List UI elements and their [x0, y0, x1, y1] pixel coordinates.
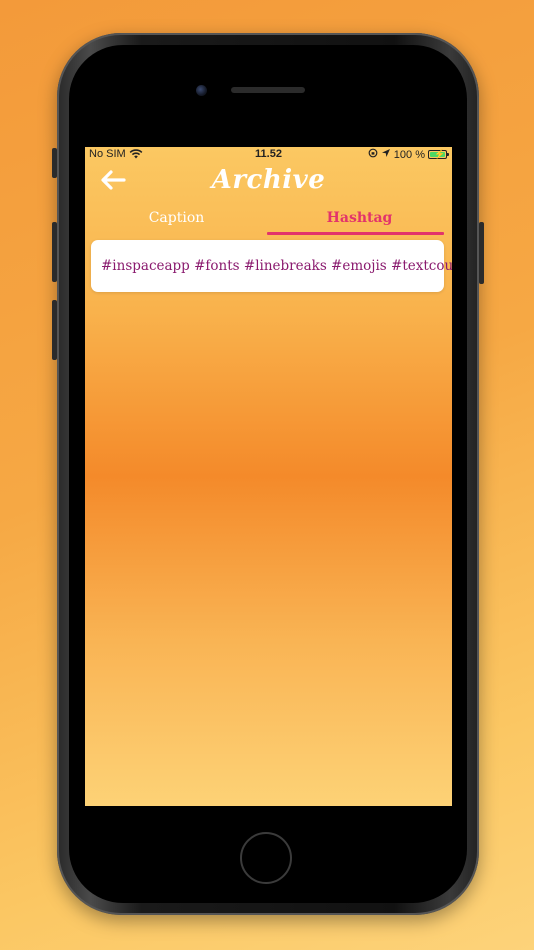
earpiece-speaker — [231, 87, 305, 93]
tab-caption[interactable]: Caption — [85, 204, 268, 236]
battery-percent: 100 % — [393, 148, 425, 161]
status-right-group: 100 % ⚡ — [368, 148, 449, 161]
volume-up-button — [52, 222, 57, 282]
tab-indicator — [267, 232, 444, 235]
volume-down-button — [52, 300, 57, 360]
tab-bar: Caption Hashtag — [85, 204, 452, 236]
battery-charging-icon: ⚡ — [428, 149, 449, 159]
hashtag-text: #inspaceapp #fonts #linebreaks #emojis #… — [101, 258, 452, 274]
front-camera — [196, 85, 207, 96]
power-button — [479, 222, 484, 284]
header: Archive — [85, 163, 452, 203]
location-arrow-icon — [381, 148, 391, 161]
mute-switch — [52, 148, 57, 178]
status-bar: No SIM 11.52 100 % ⚡ — [85, 147, 452, 163]
page-title: Archive — [211, 165, 326, 195]
orientation-lock-icon — [368, 148, 378, 161]
home-button[interactable] — [240, 832, 292, 884]
bolt-icon: ⚡ — [434, 149, 446, 159]
app-screen: No SIM 11.52 100 % ⚡ Archive Caption Has… — [85, 147, 452, 806]
list-item[interactable]: #inspaceapp #fonts #linebreaks #emojis #… — [91, 240, 452, 292]
